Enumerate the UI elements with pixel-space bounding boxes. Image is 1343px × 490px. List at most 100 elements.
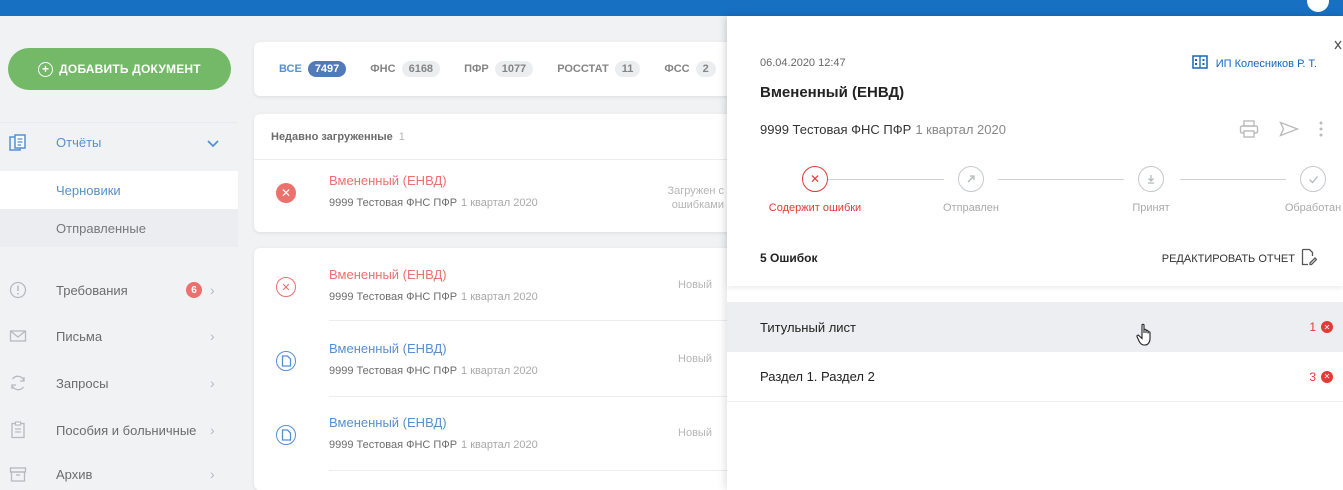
reports-icon — [9, 133, 27, 152]
section-name: Раздел 1. Раздел 2 — [760, 369, 875, 384]
list-item[interactable]: ✕ Вмененный (ЕНВД) 9999 Тестовая ФНС ПФР… — [254, 260, 734, 320]
sidebar-item-label: Пособия и больничные — [56, 422, 197, 438]
report-title: Вмененный (ЕНВД) — [760, 84, 905, 101]
divider — [329, 396, 734, 397]
report-period: 1 квартал 2020 — [915, 122, 1006, 137]
recently-uploaded-card: Недавно загруженные 1 ✕ Вмененный (ЕНВД)… — [254, 114, 734, 232]
error-circle-icon: ✕ — [802, 166, 828, 192]
doc-org: 9999 Тестовая ФНС ПФР — [329, 365, 458, 377]
list-item[interactable]: ✕ Вмененный (ЕНВД) 9999 Тестовая ФНС ПФР… — [254, 166, 734, 226]
sidebar-item-label: Запросы — [56, 375, 109, 391]
documents-list-card: ✕ Вмененный (ЕНВД) 9999 Тестовая ФНС ПФР… — [254, 248, 734, 490]
building-icon — [1191, 55, 1208, 72]
status-line: ошибками — [671, 199, 724, 211]
sidebar-item-letters[interactable]: Письма › — [0, 316, 238, 356]
error-count-value: 1 — [1309, 320, 1316, 334]
filter-label: ВСЕ — [279, 63, 302, 75]
more-vertical-icon[interactable] — [1319, 121, 1323, 137]
filter-label: ПФР — [464, 63, 489, 75]
archive-icon — [9, 465, 27, 483]
filter-count: 6168 — [401, 61, 441, 77]
filter-count: 11 — [614, 61, 641, 77]
doc-status: Загружен с ошибками — [668, 184, 725, 212]
hand-cursor-icon — [1136, 323, 1154, 350]
add-document-button[interactable]: + ДОБАВИТЬ ДОКУМЕНТ — [8, 48, 231, 90]
filter-fns[interactable]: ФНС 6168 — [370, 61, 441, 77]
doc-status: Новый — [678, 353, 712, 365]
check-icon — [1300, 166, 1326, 192]
filter-bar: ВСЕ 7497 ФНС 6168 ПФР 1077 РОССТАТ 11 ФСС 2 — [254, 42, 734, 96]
document-icon — [276, 425, 296, 445]
clipboard-icon — [9, 421, 27, 439]
report-detail-panel: 06.04.2020 12:47 ИП Колесников Р. Т. Вме… — [727, 16, 1343, 490]
user-avatar[interactable] — [1307, 0, 1329, 12]
sidebar-item-archive[interactable]: Архив › — [0, 454, 238, 490]
doc-org: 9999 Тестовая ФНС ПФР — [329, 439, 458, 451]
errors-count-label: 5 Ошибок — [760, 251, 818, 265]
download-icon — [1138, 166, 1164, 192]
doc-org: 9999 Тестовая ФНС ПФР — [329, 291, 458, 303]
section-row-title-page[interactable]: Титульный лист 1 ✕ — [727, 302, 1343, 352]
plus-circle-icon: + — [38, 61, 54, 77]
chevron-right-icon: › — [210, 328, 215, 344]
sidebar-item-queries[interactable]: Запросы › — [0, 363, 238, 403]
doc-status: Новый — [678, 427, 712, 439]
doc-period: 1 квартал 2020 — [461, 291, 538, 303]
refresh-icon — [9, 374, 27, 392]
section-count: 1 — [398, 130, 405, 143]
section-error-count: 3 ✕ — [1309, 370, 1333, 384]
chevron-right-icon: › — [210, 282, 215, 298]
step-label: Содержит ошибки — [768, 202, 862, 214]
close-icon[interactable] — [1334, 38, 1342, 53]
doc-period: 1 квартал 2020 — [461, 197, 538, 209]
step-processed: Обработан — [1258, 166, 1343, 214]
list-item[interactable]: Вмененный (ЕНВД) 9999 Тестовая ФНС ПФР 1 … — [254, 408, 734, 468]
sidebar-item-label: Архив — [56, 466, 93, 482]
chevron-right-icon: › — [210, 375, 215, 391]
error-count-value: 3 — [1309, 369, 1316, 384]
add-document-label: ДОБАВИТЬ ДОКУМЕНТ — [59, 62, 201, 76]
section-row-part1[interactable]: Раздел 1. Раздел 2 3 ✕ — [727, 352, 1343, 402]
filter-fss[interactable]: ФСС 2 — [664, 61, 716, 77]
document-icon — [276, 351, 296, 371]
doc-org: 9999 Тестовая ФНС ПФР — [329, 197, 458, 209]
sidebar-item-reports[interactable]: Отчёты — [0, 122, 238, 162]
filter-all[interactable]: ВСЕ 7497 — [279, 61, 347, 77]
organization-link[interactable]: ИП Колесников Р. Т. — [1191, 55, 1317, 72]
step-label: Отправлен — [943, 202, 999, 214]
list-item[interactable]: Вмененный (ЕНВД) 9999 Тестовая ФНС ПФР 1 … — [254, 334, 734, 394]
top-bar — [0, 0, 1343, 16]
sidebar-subitem-drafts[interactable]: Черновики — [0, 171, 238, 209]
step-sent: Отправлен — [916, 166, 1026, 214]
recently-uploaded-header: Недавно загруженные 1 — [254, 114, 734, 160]
doc-title: Вмененный (ЕНВД) — [329, 267, 447, 282]
section-error-count: 1 ✕ — [1309, 320, 1333, 334]
status-line: Загружен с — [667, 185, 725, 197]
filter-rosstat[interactable]: РОССТАТ 11 — [557, 61, 641, 77]
doc-title: Вмененный (ЕНВД) — [329, 341, 447, 356]
chevron-down-icon — [207, 135, 219, 151]
error-dot-icon: ✕ — [1321, 321, 1333, 333]
organization-name: ИП Колесников Р. Т. — [1215, 57, 1317, 70]
report-org: 9999 Тестовая ФНС ПФР — [760, 122, 912, 137]
doc-subtitle: 9999 Тестовая ФНС ПФР 1 квартал 2020 — [329, 291, 538, 303]
section-name: Титульный лист — [760, 319, 857, 335]
filter-pfr[interactable]: ПФР 1077 — [464, 61, 534, 77]
filter-count: 1077 — [494, 61, 534, 77]
sidebar-subitem-sent[interactable]: Отправленные — [0, 209, 238, 247]
report-subtitle: 9999 Тестовая ФНС ПФР 1 квартал 2020 — [760, 122, 1006, 137]
sidebar-item-requirements[interactable]: Требования 6 › — [0, 270, 238, 310]
filter-label: РОССТАТ — [557, 63, 609, 75]
arrow-up-right-icon — [958, 166, 984, 192]
sidebar-item-label: Требования — [56, 282, 128, 298]
doc-title: Вмененный (ЕНВД) — [329, 415, 447, 430]
doc-subtitle: 9999 Тестовая ФНС ПФР 1 квартал 2020 — [329, 197, 538, 209]
doc-subtitle: 9999 Тестовая ФНС ПФР 1 квартал 2020 — [329, 365, 538, 377]
step-label: Обработан — [1284, 202, 1342, 214]
send-icon[interactable] — [1279, 121, 1299, 137]
edit-report-button[interactable]: РЕДАКТИРОВАТЬ ОТЧЕТ — [1162, 248, 1318, 269]
sidebar-item-benefits[interactable]: Пособия и больничные › — [0, 410, 238, 450]
divider — [329, 320, 734, 321]
doc-period: 1 квартал 2020 — [461, 439, 538, 451]
print-icon[interactable] — [1239, 120, 1259, 138]
